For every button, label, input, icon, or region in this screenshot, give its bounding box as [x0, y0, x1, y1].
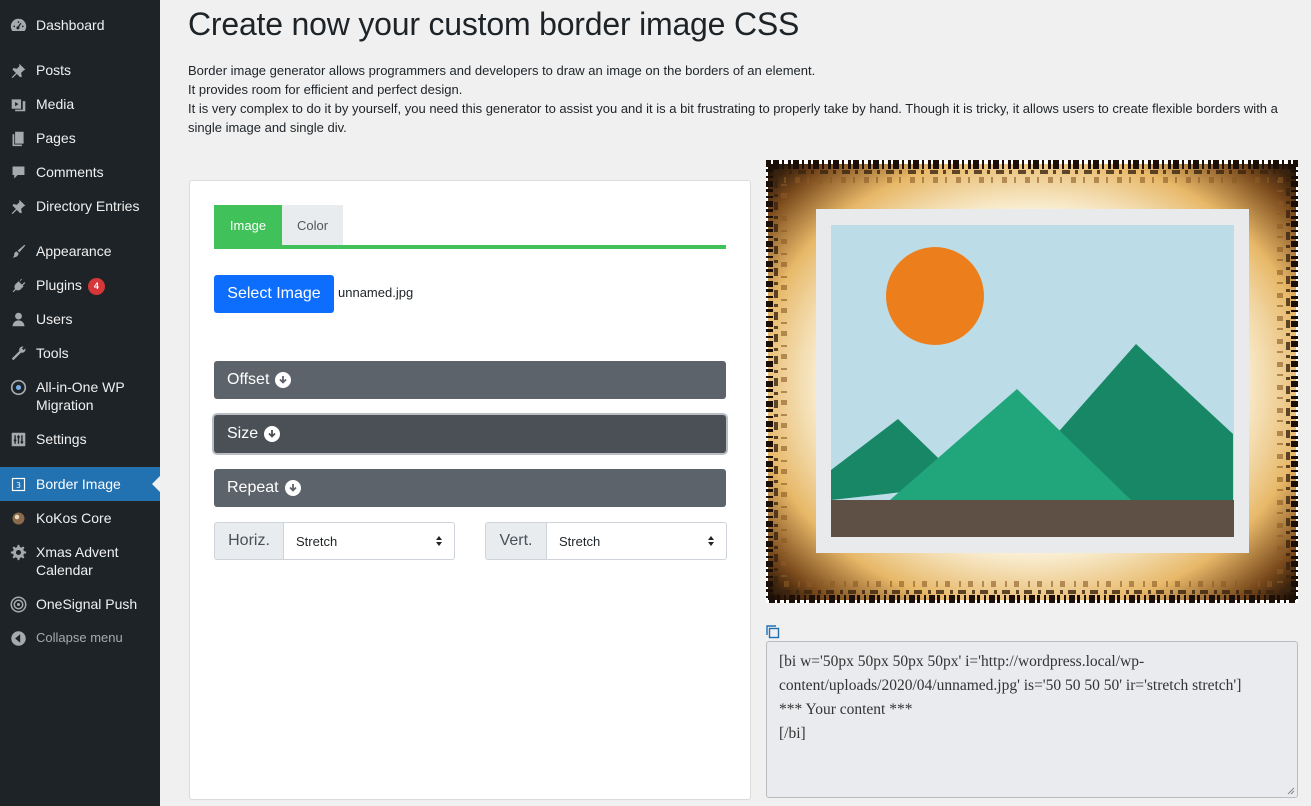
- size-section-toggle[interactable]: Size: [214, 415, 726, 453]
- sidebar-item-label: Settings: [36, 431, 87, 447]
- intro-line: It is very complex to do it by yourself,…: [188, 101, 1278, 135]
- offset-section-toggle[interactable]: Offset: [214, 361, 726, 399]
- comment-icon: [9, 163, 27, 181]
- sidebar-item-media[interactable]: Media: [0, 95, 160, 113]
- sidebar-item-label: Border Image: [36, 476, 121, 492]
- pages-icon: [9, 129, 27, 147]
- code-line: [bi w='50px 50px 50px 50px' i='http://wo…: [779, 653, 1145, 670]
- sidebar-item-label: Appearance: [36, 243, 112, 259]
- horizontal-repeat-group: Horiz. Stretch: [214, 522, 455, 560]
- sliders-icon: [9, 430, 27, 448]
- code-line: [/bi]: [779, 725, 806, 742]
- sidebar-item-appearance[interactable]: Appearance: [0, 242, 160, 260]
- horizontal-label: Horiz.: [214, 522, 283, 560]
- vertical-repeat-select[interactable]: Stretch: [546, 522, 727, 560]
- sidebar-item-label: Media: [36, 96, 75, 112]
- select-image-button[interactable]: Select Image: [214, 275, 334, 313]
- collapse-menu-label: Collapse menu: [36, 630, 123, 645]
- sidebar-item-onesignal-push[interactable]: OneSignal Push: [0, 595, 160, 613]
- settings-panel: Image Color Select Image unnamed.jpg Off…: [189, 180, 751, 800]
- horizontal-repeat-select[interactable]: Stretch: [283, 522, 455, 560]
- brush-icon: [9, 242, 27, 260]
- intro-line: It provides room for efficient and perfe…: [188, 82, 463, 97]
- sidebar-item-label: Comments: [36, 164, 104, 180]
- select-arrows-icon: [708, 536, 714, 546]
- sidebar-item-plugins[interactable]: Plugins 4: [0, 276, 160, 295]
- sidebar-item-settings[interactable]: Settings: [0, 430, 160, 448]
- plugins-label: Plugins: [36, 277, 82, 293]
- sidebar-item-label: Directory Entries: [36, 198, 140, 214]
- sidebar-item-label: Pages: [36, 130, 76, 146]
- update-count-badge: 4: [87, 278, 105, 295]
- admin-sidebar: Dashboard Posts Media Pages Comments Dir…: [0, 0, 160, 806]
- user-icon: [9, 310, 27, 328]
- pin-icon: [9, 197, 27, 215]
- resize-handle-icon[interactable]: [1287, 787, 1295, 795]
- arrow-down-circle-icon: [275, 372, 292, 388]
- sidebar-item-label: Plugins 4: [36, 276, 154, 295]
- arrow-down-circle-icon: [264, 426, 281, 442]
- sidebar-item-posts[interactable]: Posts: [0, 61, 160, 79]
- sidebar-item-tools[interactable]: Tools: [0, 344, 160, 362]
- pin-icon: [9, 61, 27, 79]
- sidebar-item-label: All-in-One WP Migration: [36, 379, 125, 413]
- vertical-repeat-value: Stretch: [559, 533, 601, 549]
- sidebar-item-label: OneSignal Push: [36, 596, 138, 612]
- repeat-label: Repeat: [227, 479, 279, 496]
- collapse-menu-button[interactable]: Collapse menu: [0, 629, 160, 647]
- selected-filename: unnamed.jpg: [338, 285, 414, 300]
- svg-text:3: 3: [16, 480, 21, 489]
- offset-label: Offset: [227, 371, 270, 388]
- tab-image[interactable]: Image: [214, 205, 282, 245]
- sidebar-item-label: KoKos Core: [36, 510, 112, 526]
- arrow-down-circle-icon: [284, 480, 301, 496]
- sidebar-item-label: Users: [36, 311, 73, 327]
- tab-bar: Image Color: [214, 205, 726, 249]
- copy-icon[interactable]: [766, 625, 780, 639]
- repeat-section-toggle[interactable]: Repeat: [214, 469, 726, 507]
- gear-icon: [9, 543, 27, 561]
- size-label: Size: [227, 425, 259, 442]
- code-line: content/uploads/2020/04/unnamed.jpg' is=…: [779, 677, 1242, 694]
- intro-line: Border image generator allows programmer…: [188, 63, 816, 78]
- sidebar-item-label: Tools: [36, 345, 69, 361]
- kokos-icon: [9, 509, 27, 527]
- page-title: Create now your custom border image CSS: [188, 6, 800, 42]
- plugin-icon: [9, 276, 27, 294]
- dashboard-icon: [9, 16, 27, 34]
- border-image-icon: 3: [9, 475, 27, 493]
- sidebar-item-directory-entries[interactable]: Directory Entries: [0, 197, 160, 215]
- code-line: *** Your content ***: [779, 701, 913, 718]
- sidebar-item-kokos-core[interactable]: KoKos Core: [0, 509, 160, 527]
- horizontal-repeat-value: Stretch: [296, 533, 338, 549]
- collapse-icon: [9, 629, 27, 647]
- wrench-icon: [9, 344, 27, 362]
- sidebar-item-border-image[interactable]: 3 Border Image: [0, 467, 160, 501]
- grunge-frame-image: [763, 159, 1301, 605]
- tab-color[interactable]: Color: [282, 205, 343, 245]
- signal-icon: [9, 595, 27, 613]
- sidebar-item-all-in-one-wp-migration[interactable]: All-in-One WP Migration: [0, 378, 160, 414]
- shortcode-output[interactable]: [bi w='50px 50px 50px 50px' i='http://wo…: [766, 641, 1298, 798]
- sidebar-item-comments[interactable]: Comments: [0, 163, 160, 181]
- sidebar-item-label: Dashboard: [36, 17, 105, 33]
- sidebar-item-xmas-advent-calendar[interactable]: Xmas Advent Calendar: [0, 543, 160, 579]
- sidebar-item-dashboard[interactable]: Dashboard: [0, 16, 160, 34]
- sidebar-item-label: Xmas Advent Calendar: [36, 544, 119, 578]
- media-icon: [9, 95, 27, 113]
- intro-text: Border image generator allows programmer…: [188, 61, 1306, 137]
- border-image-preview: [763, 159, 1301, 605]
- select-arrows-icon: [436, 536, 442, 546]
- migration-icon: [9, 378, 27, 396]
- vertical-label: Vert.: [485, 522, 546, 560]
- sidebar-item-pages[interactable]: Pages: [0, 129, 160, 147]
- sidebar-item-label: Posts: [36, 62, 72, 78]
- sidebar-item-users[interactable]: Users: [0, 310, 160, 328]
- vertical-repeat-group: Vert. Stretch: [485, 522, 727, 560]
